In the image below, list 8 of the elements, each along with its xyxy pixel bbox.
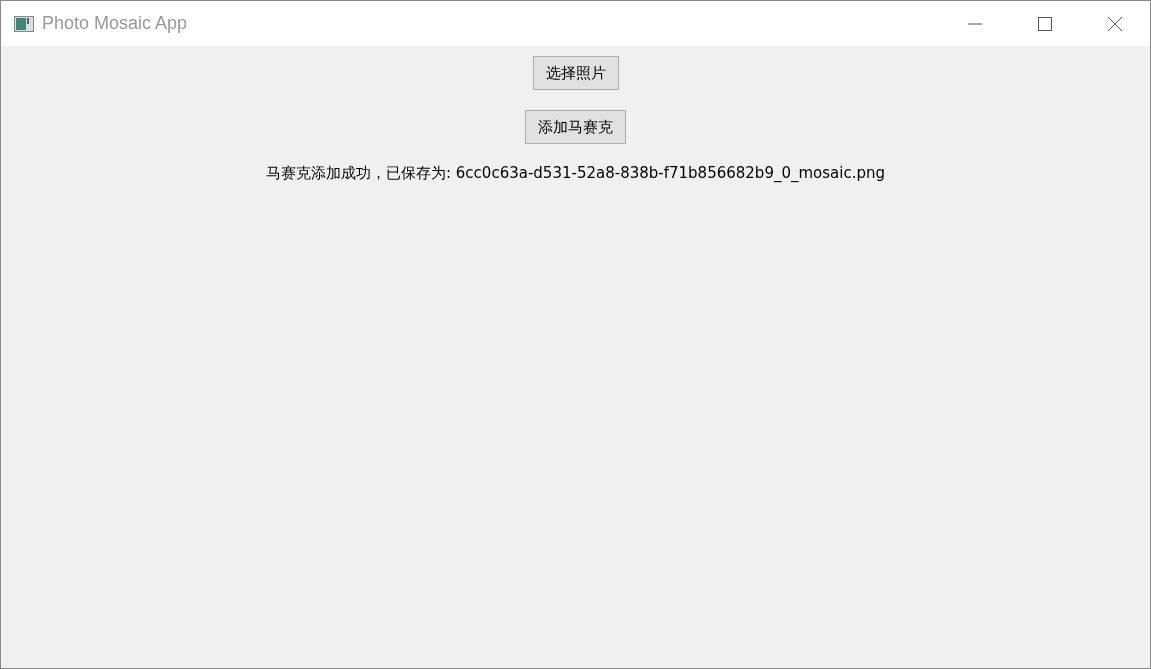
close-icon — [1107, 15, 1123, 32]
maximize-icon — [1037, 15, 1053, 32]
add-mosaic-button[interactable]: 添加马赛克 — [525, 110, 626, 144]
choose-photo-button[interactable]: 选择照片 — [532, 56, 619, 90]
minimize-icon — [968, 22, 982, 25]
status-label: 马赛克添加成功，已保存为: 6cc0c63a-d531-52a8-838b-f71b856682b9_0_mosaic.png — [266, 164, 885, 183]
app-icon — [14, 15, 34, 32]
window-title: Photo Mosaic App — [42, 13, 189, 34]
